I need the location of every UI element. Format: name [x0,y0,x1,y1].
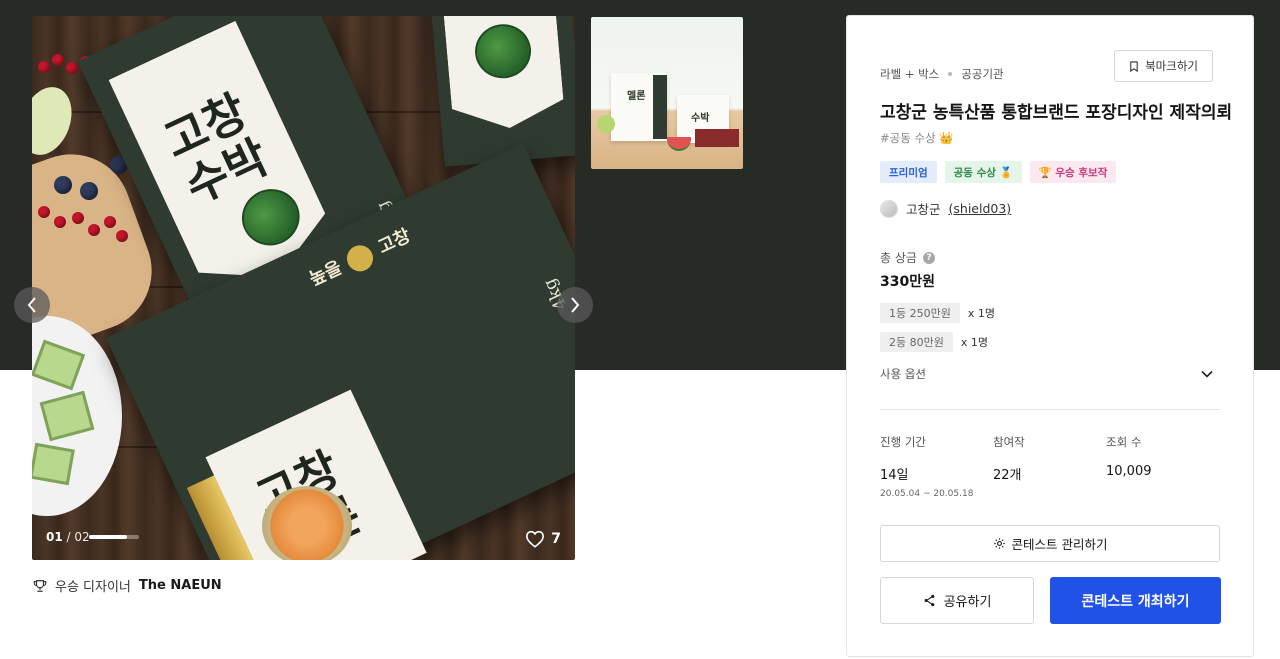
slide-progress-bar [89,535,139,539]
share-icon [924,594,934,607]
chevron-left-icon [27,297,36,313]
badge-list: 프리미엄 공동 수상 🏅 🏆 우승 후보작 [880,161,1117,183]
divider [880,409,1220,410]
slide-total: 02 [74,530,90,544]
winner-candidate-badge: 🏆 우승 후보작 [1029,161,1117,183]
usage-options-toggle[interactable]: 사용 옵션 [880,366,1213,382]
thumb-box-label-a: 멜론 [627,91,646,102]
host-contest-button[interactable]: 콘테스트 개최하기 [1050,577,1221,624]
melon-piece [32,79,81,163]
redcurrant [54,216,66,228]
blueberry [54,176,72,194]
category-line: 라벨 + 박스 공공기관 [880,66,1004,82]
brand-right: 고창 [374,225,414,259]
brand-coin-icon [343,240,378,276]
redcurrant [66,62,78,74]
thumb-box-green [653,75,667,139]
prize-count: x 1명 [967,307,995,320]
redcurrant [88,224,100,236]
slide-current: 01 [46,530,63,544]
gear-icon [993,538,1005,549]
thumb-watermelon-slice [667,137,691,151]
cantaloupe-illustration [262,486,352,560]
trophy-icon [33,579,47,592]
gallery-main-image[interactable]: 고창 수박 4kg 높을 고창 고창 멜론 4kg 01 / 02 7 [32,16,575,560]
share-label: 공유하기 [943,595,992,610]
manage-contest-button[interactable]: 콘테스트 관리하기 [880,525,1220,562]
stat-views-value: 10,009 [1106,464,1152,479]
stat-period-value: 14일 [880,468,909,483]
stat-views-label: 조회 수 [1106,435,1142,449]
stat-views: 조회 수 10,009 [1106,434,1219,499]
chevron-right-icon [571,297,580,313]
gallery-next-button[interactable] [557,287,593,323]
stat-entries-label: 참여작 [993,435,1025,449]
blueberry [80,182,98,200]
redcurrant [38,61,50,73]
gallery-prev-button[interactable] [14,287,50,323]
help-icon[interactable]: ? [922,251,935,264]
prize-rank-chip: 2등 80만원 [880,332,953,352]
bookmark-label: 북마크하기 [1145,59,1198,73]
heart-icon [526,530,545,548]
redcurrant [52,54,64,66]
separator-dot [948,71,953,76]
contest-stats: 진행 기간 14일 20.05.04 ~ 20.05.18 참여작 22개 조회… [880,434,1219,499]
contest-owner[interactable]: 고창군 (shield03) [880,199,1011,218]
organization-label[interactable]: 공공기관 [961,67,1003,81]
prize-count: x 1명 [960,336,988,349]
winner-label: 우승 디자이너 [55,580,131,595]
prize-label-text: 총 상금 [880,251,917,265]
manage-contest-label: 콘테스트 관리하기 [1011,537,1108,552]
gallery-thumbnail[interactable]: 멜론 수박 [591,17,743,169]
thumb-lime [597,115,615,133]
stat-entries-value: 22개 [993,468,1022,483]
contest-title: 고창군 농특산품 통합브랜드 포장디자인 제작의뢰 [880,103,1233,123]
stat-entries: 참여작 22개 [993,434,1106,499]
contest-hashtag[interactable]: #공동 수상 👑 [880,130,954,146]
share-button[interactable]: 공유하기 [880,577,1034,624]
brand-left: 높을 [306,257,346,291]
usage-options-label: 사용 옵션 [880,367,926,381]
slide-counter: 01 / 02 [46,530,90,544]
redcurrant [72,212,84,224]
prize-label: 총 상금 ? [880,249,935,266]
like-count: 7 [551,531,561,547]
melon-slice [32,442,75,486]
stat-period: 진행 기간 14일 20.05.04 ~ 20.05.18 [880,434,993,499]
premium-badge: 프리미엄 [880,161,937,183]
like-button[interactable]: 7 [525,530,561,548]
thumb-box-label-b: 수박 [691,113,710,124]
contest-info-panel: 라벨 + 박스 공공기관 북마크하기 고창군 농특산품 통합브랜드 포장디자인 제… [846,15,1254,657]
owner-avatar [880,199,898,218]
stat-period-range: 20.05.04 ~ 20.05.18 [880,489,974,499]
prize-total: 330만원 [880,274,935,290]
category-label[interactable]: 라벨 + 박스 [880,67,939,81]
prize-row: 1등 250만원 x 1명 [880,303,995,323]
redcurrant [38,206,50,218]
joint-award-badge: 공동 수상 🏅 [944,161,1022,183]
bookmark-button[interactable]: 북마크하기 [1114,50,1213,82]
stat-period-label: 진행 기간 [880,435,926,449]
winner-name[interactable]: The NAEUN [139,578,222,593]
owner-handle-link[interactable]: (shield03) [949,201,1012,216]
prize-rank-chip: 1등 250만원 [880,303,960,323]
redcurrant [104,216,116,228]
owner-name: 고창군 [906,202,941,217]
prize-row: 2등 80만원 x 1명 [880,332,988,352]
bookmark-icon [1130,60,1138,72]
thumb-box-red [695,129,739,147]
winner-line: 우승 디자이너 The NAEUN [33,576,222,595]
chevron-down-icon [1201,370,1213,378]
slide-progress-fill [89,535,127,539]
watermelon-box-small [429,16,575,167]
redcurrant [116,230,128,242]
slide-separator: / [62,530,75,544]
